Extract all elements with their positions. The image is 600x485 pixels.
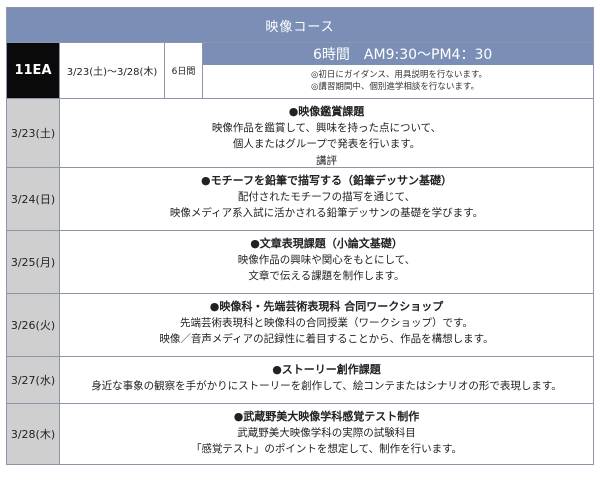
- course-title: 映像コース: [7, 8, 593, 43]
- schedule-content: ●ストーリー創作課題 身近な事象の観察を手がかりにストーリーを創作して、絵コンテ…: [60, 357, 593, 403]
- course-hours: 6時間: [313, 47, 350, 63]
- schedule-date: 3/23(土): [7, 99, 60, 167]
- schedule-content: ●映像鑑賞課題 映像作品を鑑賞して、興味を持った点について、 個人またはグループ…: [60, 99, 593, 167]
- schedule-row: 3/25(月) ●文章表現課題（小論文基礎） 映像作品の興味や関心をもとにして、…: [7, 231, 593, 294]
- schedule-line: 武蔵野美大映像学科の実際の試験科目: [237, 427, 416, 440]
- course-schedule-table: 映像コース 11EA 3/23(土)～3/28(木) 6日間 6時間 AM9:3…: [6, 7, 594, 465]
- schedule-line: 「感覚テスト」のポイントを想定して、制作を行います。: [190, 443, 463, 456]
- schedule-line: 個人またはグループで発表を行います。: [232, 138, 421, 151]
- schedule-date: 3/28(木): [7, 404, 60, 464]
- schedule-title: ●ストーリー創作課題: [272, 363, 381, 376]
- schedule-date: 3/27(水): [7, 357, 60, 403]
- schedule-title: ●モチーフを鉛筆で描写する（鉛筆デッサン基礎）: [201, 174, 452, 187]
- schedule-line: 身近な事象の観察を手がかりにストーリーを創作して、絵コンテまたはシナリオの形で表…: [91, 380, 562, 393]
- note: ◎講習期間中、個別進学相談を行ないます。: [311, 81, 480, 92]
- time-column: 6時間 AM9:30～PM4：30 ◎初日にガイダンス、用具説明を行ないます。 …: [203, 43, 593, 98]
- schedule-line: 映像作品の興味や関心をもとにして、: [237, 254, 416, 267]
- schedule-row: 3/24(日) ●モチーフを鉛筆で描写する（鉛筆デッサン基礎） 配付されたモチー…: [7, 168, 593, 231]
- course-code: 11EA: [7, 43, 60, 98]
- schedule-line: 映像メディア系入試に活かされる鉛筆デッサンの基礎を学びます。: [169, 207, 484, 220]
- schedule-line: 映像作品を鑑賞して、興味を持った点について、: [211, 122, 442, 135]
- schedule-line: 先端芸術表現科と映像科の合同授業（ワークショップ）です。: [180, 317, 473, 330]
- schedule-title: ●武蔵野美大映像学科感覚テスト制作: [233, 410, 420, 423]
- schedule-content: ●映像科・先端芸術表現科 合同ワークショップ 先端芸術表現科と映像科の合同授業（…: [60, 294, 593, 356]
- schedule-date: 3/25(月): [7, 231, 60, 293]
- schedule-content: ●モチーフを鉛筆で描写する（鉛筆デッサン基礎） 配付されたモチーフの描写を通じて…: [60, 168, 593, 230]
- schedule-line: 配付されたモチーフの描写を通じて、: [237, 191, 416, 204]
- schedule-line: 文章で伝える課題を制作します。: [248, 270, 405, 283]
- schedule-title: ●映像科・先端芸術表現科 合同ワークショップ: [209, 300, 444, 313]
- schedule-row: 3/26(火) ●映像科・先端芸術表現科 合同ワークショップ 先端芸術表現科と映…: [7, 294, 593, 357]
- schedule-content: ●武蔵野美大映像学科感覚テスト制作 武蔵野美大映像学科の実際の試験科目 「感覚テ…: [60, 404, 593, 464]
- course-time: AM9:30～PM4：30: [363, 47, 493, 63]
- schedule-title: ●映像鑑賞課題: [288, 105, 365, 118]
- time-band: 6時間 AM9:30～PM4：30: [203, 43, 593, 65]
- course-notes: ◎初日にガイダンス、用具説明を行ないます。 ◎講習期間中、個別進学相談を行ないま…: [203, 65, 593, 98]
- schedule-date: 3/26(火): [7, 294, 60, 356]
- schedule-row: 3/28(木) ●武蔵野美大映像学科感覚テスト制作 武蔵野美大映像学科の実際の試…: [7, 404, 593, 464]
- schedule-content: ●文章表現課題（小論文基礎） 映像作品の興味や関心をもとにして、 文章で伝える課…: [60, 231, 593, 293]
- note: ◎初日にガイダンス、用具説明を行ないます。: [311, 70, 488, 81]
- schedule-line: 映像／音声メディアの記録性に着目することから、作品を構想します。: [159, 333, 494, 346]
- course-info-row: 11EA 3/23(土)～3/28(木) 6日間 6時間 AM9:30～PM4：…: [7, 43, 593, 99]
- date-range: 3/23(土)～3/28(木): [60, 43, 165, 98]
- schedule-date: 3/24(日): [7, 168, 60, 230]
- schedule-title: ●文章表現課題（小論文基礎）: [250, 237, 403, 250]
- course-days: 6日間: [165, 43, 203, 98]
- schedule-row: 3/27(水) ●ストーリー創作課題 身近な事象の観察を手がかりにストーリーを創…: [7, 357, 593, 404]
- schedule-row: 3/23(土) ●映像鑑賞課題 映像作品を鑑賞して、興味を持った点について、 個…: [7, 99, 593, 168]
- schedule-line: 講評: [316, 154, 337, 167]
